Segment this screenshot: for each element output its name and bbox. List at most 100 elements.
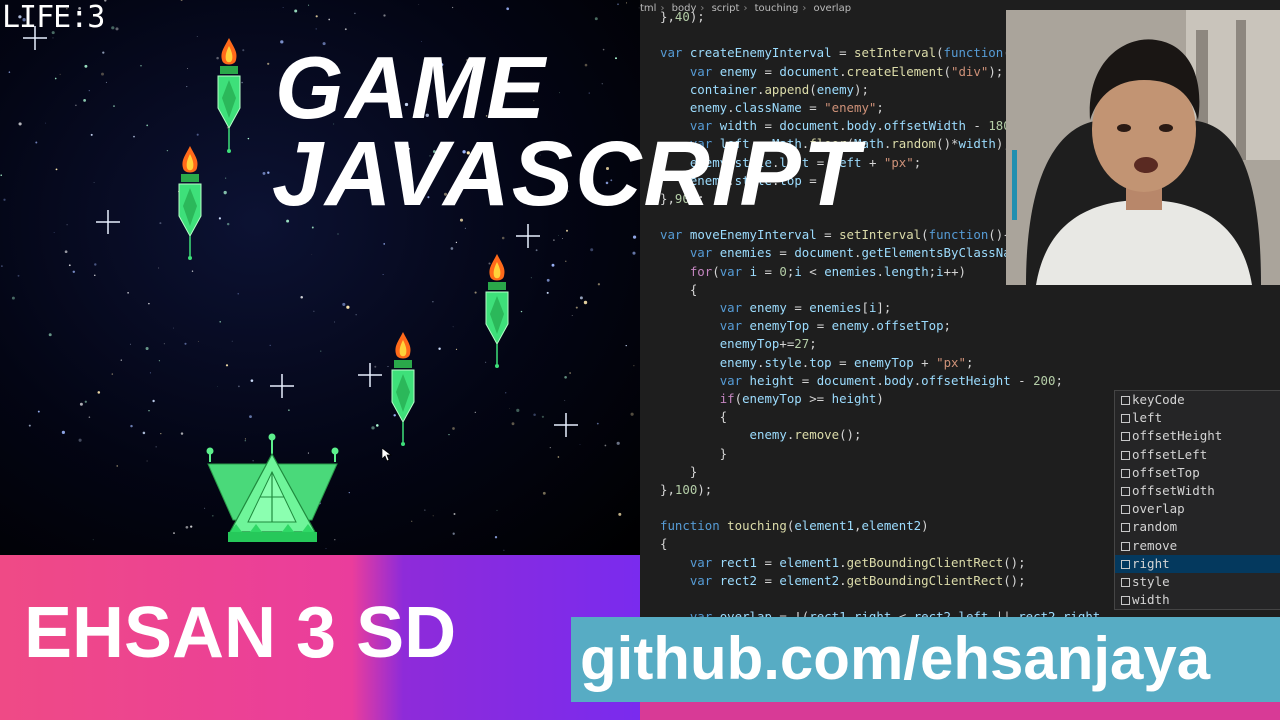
- star: [633, 365, 635, 367]
- code-line[interactable]: },100);: [660, 481, 1100, 499]
- star: [505, 392, 507, 394]
- star: [130, 424, 133, 428]
- suggestion-item[interactable]: overlap: [1115, 500, 1280, 518]
- suggestion-label: offsetWidth: [1132, 482, 1215, 498]
- star: [569, 372, 571, 374]
- breadcrumb-item[interactable]: tml: [640, 3, 656, 14]
- code-line[interactable]: enemy.style.top = enemyTop + "px";: [660, 354, 1100, 372]
- star: [173, 327, 174, 329]
- star: [158, 360, 161, 362]
- code-line[interactable]: function touching(element1,element2): [660, 517, 1100, 535]
- star: [113, 105, 115, 107]
- star: [53, 231, 55, 233]
- code-line[interactable]: var enemyTop = enemy.offsetTop;: [660, 317, 1100, 335]
- star: [101, 72, 104, 76]
- star: [617, 3, 619, 6]
- autocomplete-list[interactable]: keyCode left offsetHeight offsetLeft offsetT…: [1114, 390, 1280, 611]
- star: [267, 62, 270, 65]
- suggestion-item[interactable]: offsetHeight: [1115, 427, 1280, 445]
- suggestion-item[interactable]: remove: [1115, 537, 1280, 555]
- enemy-ship: [217, 38, 241, 153]
- star: [549, 447, 551, 449]
- code-line[interactable]: var height = document.body.offsetHeight …: [660, 372, 1100, 390]
- code-line[interactable]: }: [660, 463, 1100, 481]
- star: [325, 547, 327, 549]
- code-line[interactable]: var rect2 = element2.getBoundingClientRe…: [660, 572, 1100, 590]
- code-line[interactable]: [660, 499, 1100, 517]
- star: [541, 415, 545, 418]
- star: [424, 509, 426, 511]
- suggestion-item[interactable]: keyCode: [1115, 391, 1280, 409]
- star: [197, 341, 199, 342]
- suggestion-item[interactable]: offsetWidth: [1115, 482, 1280, 500]
- code-line[interactable]: {: [660, 535, 1100, 553]
- star: [238, 385, 240, 388]
- star: [300, 295, 303, 299]
- code-line[interactable]: enemy.remove();: [660, 426, 1100, 444]
- star: [120, 359, 122, 361]
- property-icon: [1121, 559, 1130, 569]
- suggestion-item[interactable]: left: [1115, 409, 1280, 427]
- star: [196, 36, 198, 37]
- star: [376, 424, 379, 427]
- star: [52, 37, 54, 39]
- star: [453, 513, 456, 515]
- sparkle-star: [270, 374, 294, 398]
- code-line[interactable]: enemyTop+=27;: [660, 335, 1100, 353]
- star: [604, 444, 607, 447]
- star: [196, 133, 199, 136]
- star: [148, 302, 150, 305]
- code-line[interactable]: {: [660, 408, 1100, 426]
- star: [450, 247, 454, 250]
- star: [88, 90, 90, 92]
- enemy-ship: [391, 332, 415, 446]
- property-icon: [1121, 468, 1130, 478]
- video-title-line1: GAME: [275, 38, 547, 137]
- star: [448, 434, 450, 436]
- star: [111, 373, 114, 375]
- suggestion-item[interactable]: offsetTop: [1115, 464, 1280, 482]
- sparkle-star: [516, 224, 540, 248]
- code-line[interactable]: }: [660, 445, 1100, 463]
- star: [511, 422, 515, 426]
- star: [562, 238, 563, 239]
- star: [383, 14, 386, 17]
- star: [308, 4, 310, 6]
- github-link[interactable]: github.com/ehsanjaya: [580, 624, 1210, 693]
- star: [616, 441, 620, 445]
- suggestion-item[interactable]: width: [1115, 591, 1280, 609]
- star: [180, 432, 184, 435]
- star: [48, 333, 52, 337]
- player-ship[interactable]: [200, 432, 345, 544]
- star: [133, 135, 135, 138]
- suggestion-item[interactable]: random: [1115, 518, 1280, 536]
- star: [145, 346, 149, 351]
- suggestion-label: offsetHeight: [1132, 428, 1223, 444]
- star: [173, 532, 175, 535]
- code-line[interactable]: var enemy = enemies[i];: [660, 299, 1100, 317]
- star: [474, 291, 477, 294]
- code-line[interactable]: [660, 590, 1100, 608]
- star: [54, 77, 57, 80]
- suggestion-item[interactable]: offsetLeft: [1115, 446, 1280, 464]
- code-line[interactable]: if(enemyTop >= height): [660, 390, 1100, 408]
- star: [579, 296, 583, 300]
- star: [78, 438, 82, 442]
- property-icon: [1121, 505, 1130, 515]
- star: [313, 310, 315, 312]
- star: [184, 342, 187, 345]
- suggestion-item[interactable]: style: [1115, 573, 1280, 591]
- star: [602, 48, 605, 51]
- enemy-ship: [178, 146, 202, 260]
- star: [383, 243, 386, 245]
- star: [217, 386, 219, 387]
- code-line[interactable]: var rect1 = element1.getBoundingClientRe…: [660, 554, 1100, 572]
- star: [187, 68, 188, 70]
- star: [559, 92, 560, 94]
- star: [344, 28, 347, 31]
- star: [594, 17, 598, 21]
- star: [185, 525, 189, 529]
- suggestion-item[interactable]: right: [1115, 554, 1280, 573]
- star: [452, 427, 455, 430]
- star: [626, 2, 628, 4]
